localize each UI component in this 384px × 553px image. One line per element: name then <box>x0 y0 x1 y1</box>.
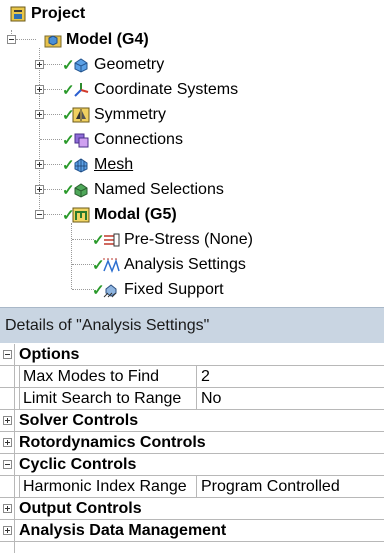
tree-item-modal[interactable]: ✓ Modal (G5) <box>62 203 177 227</box>
expand-toggle-geometry[interactable] <box>35 60 44 69</box>
check-icon: ✓ <box>92 282 105 299</box>
category-label: Analysis Data Management <box>19 522 227 539</box>
fixed-support-icon: ✓ <box>92 281 120 299</box>
tree-item-analysis-settings[interactable]: ✓ Analysis Settings <box>92 253 246 277</box>
expand-solver-controls-toggle[interactable] <box>3 416 12 425</box>
expand-toggle-coordinate-systems[interactable] <box>35 85 44 94</box>
tree-line <box>16 39 36 40</box>
check-icon: ✓ <box>62 182 75 199</box>
details-panel-header: Details of "Analysis Settings" <box>0 307 384 343</box>
geometry-icon: ✓ <box>62 56 90 74</box>
category-cyclic-controls[interactable]: Cyclic Controls <box>0 454 384 476</box>
collapse-toggle-model[interactable] <box>7 35 16 44</box>
tree-item-label: Geometry <box>94 56 165 73</box>
category-rotordynamics-controls[interactable]: Rotordynamics Controls <box>0 432 384 454</box>
tree-item-label: Named Selections <box>94 181 224 198</box>
category-analysis-data-management[interactable]: Analysis Data Management <box>0 520 384 542</box>
connections-icon: ✓ <box>62 131 90 149</box>
tree-item-label: Model (G4) <box>66 31 149 48</box>
check-icon: ✓ <box>62 82 75 99</box>
check-icon: ✓ <box>62 107 75 124</box>
tree-item-label: Symmetry <box>94 106 166 123</box>
tree-line <box>44 64 62 65</box>
tree-item-label: Coordinate Systems <box>94 81 239 98</box>
named-selections-icon: ✓ <box>62 181 90 199</box>
tree-item-pre-stress[interactable]: ✓ Pre-Stress (None) <box>92 228 253 252</box>
tree-line <box>44 114 62 115</box>
expand-toggle-symmetry[interactable] <box>35 110 44 119</box>
project-icon <box>9 5 27 23</box>
max-modes-field[interactable]: 2 <box>201 368 210 386</box>
details-grid: Options Max Modes to Find 2 Limit Search… <box>0 344 384 553</box>
collapse-options-toggle[interactable] <box>3 350 12 359</box>
tree-item-symmetry[interactable]: ✓ Symmetry <box>62 103 166 127</box>
tree-item-label: Fixed Support <box>124 281 224 298</box>
tree-item-fixed-support[interactable]: ✓ Fixed Support <box>92 278 224 302</box>
property-label: Harmonic Index Range <box>19 476 197 497</box>
tree-item-label: Pre-Stress (None) <box>124 231 253 248</box>
tree-item-model[interactable]: Model (G4) <box>44 28 149 52</box>
category-options[interactable]: Options <box>0 344 384 366</box>
property-limit-search[interactable]: Limit Search to Range No <box>0 388 384 410</box>
tree-item-label: Connections <box>94 131 183 148</box>
check-icon: ✓ <box>62 207 75 224</box>
tree-item-label: Analysis Settings <box>124 256 246 273</box>
expand-toggle-mesh[interactable] <box>35 160 44 169</box>
check-icon: ✓ <box>62 57 75 74</box>
limit-search-dropdown[interactable]: No <box>201 390 221 408</box>
category-label: Options <box>19 346 80 363</box>
modal-analysis-icon: ✓ <box>62 206 90 224</box>
expand-data-management-toggle[interactable] <box>3 526 12 535</box>
category-output-controls[interactable]: Output Controls <box>0 498 384 520</box>
check-icon: ✓ <box>92 257 105 274</box>
details-title: Details of "Analysis Settings" <box>5 317 210 334</box>
tree-line <box>44 189 62 190</box>
collapse-toggle-modal[interactable] <box>35 210 44 219</box>
category-label: Output Controls <box>19 500 142 517</box>
check-icon: ✓ <box>62 157 75 174</box>
tree-item-project[interactable]: Project <box>9 2 85 26</box>
category-label: Cyclic Controls <box>19 456 137 473</box>
category-solver-controls[interactable]: Solver Controls <box>0 410 384 432</box>
tree-line <box>72 264 94 265</box>
analysis-settings-icon: ✓ <box>92 256 120 274</box>
symmetry-icon: ✓ <box>62 106 90 124</box>
category-label: Solver Controls <box>19 412 139 429</box>
property-label: Max Modes to Find <box>19 366 197 387</box>
mesh-icon: ✓ <box>62 156 90 174</box>
collapse-cyclic-controls-toggle[interactable] <box>3 460 12 469</box>
pre-stress-icon: ✓ <box>92 231 120 249</box>
check-icon: ✓ <box>92 232 105 249</box>
tree-item-label: Mesh <box>94 156 134 173</box>
tree-line <box>40 139 62 140</box>
property-label: Limit Search to Range <box>19 388 197 409</box>
tree-line <box>44 89 62 90</box>
tree-item-geometry[interactable]: ✓ Geometry <box>62 53 165 77</box>
tree-item-coordinate-systems[interactable]: ✓ Coordinate Systems <box>62 78 239 102</box>
tree-line <box>72 239 94 240</box>
project-tree: Project Model (G4) ✓ Geometry ✓ Coordina… <box>0 0 384 303</box>
property-max-modes[interactable]: Max Modes to Find 2 <box>0 366 384 388</box>
tree-line <box>44 214 62 215</box>
property-harmonic-index-range[interactable]: Harmonic Index Range Program Controlled <box>0 476 384 498</box>
check-icon: ✓ <box>62 132 75 149</box>
tree-item-label: Project <box>31 5 86 22</box>
tree-item-label: Modal (G5) <box>94 206 177 223</box>
expand-output-controls-toggle[interactable] <box>3 504 12 513</box>
tree-item-mesh[interactable]: ✓ Mesh <box>62 153 134 177</box>
tree-item-connections[interactable]: ✓ Connections <box>62 128 183 152</box>
harmonic-index-dropdown[interactable]: Program Controlled <box>201 478 340 496</box>
coordinate-axes-icon: ✓ <box>62 81 90 99</box>
tree-line <box>72 289 94 290</box>
expand-rotordynamics-toggle[interactable] <box>3 438 12 447</box>
model-cube-icon <box>44 31 62 49</box>
tree-line <box>71 223 72 289</box>
expand-toggle-named-selections[interactable] <box>35 185 44 194</box>
category-label: Rotordynamics Controls <box>19 434 206 451</box>
tree-item-named-selections[interactable]: ✓ Named Selections <box>62 178 224 202</box>
tree-line <box>44 164 62 165</box>
